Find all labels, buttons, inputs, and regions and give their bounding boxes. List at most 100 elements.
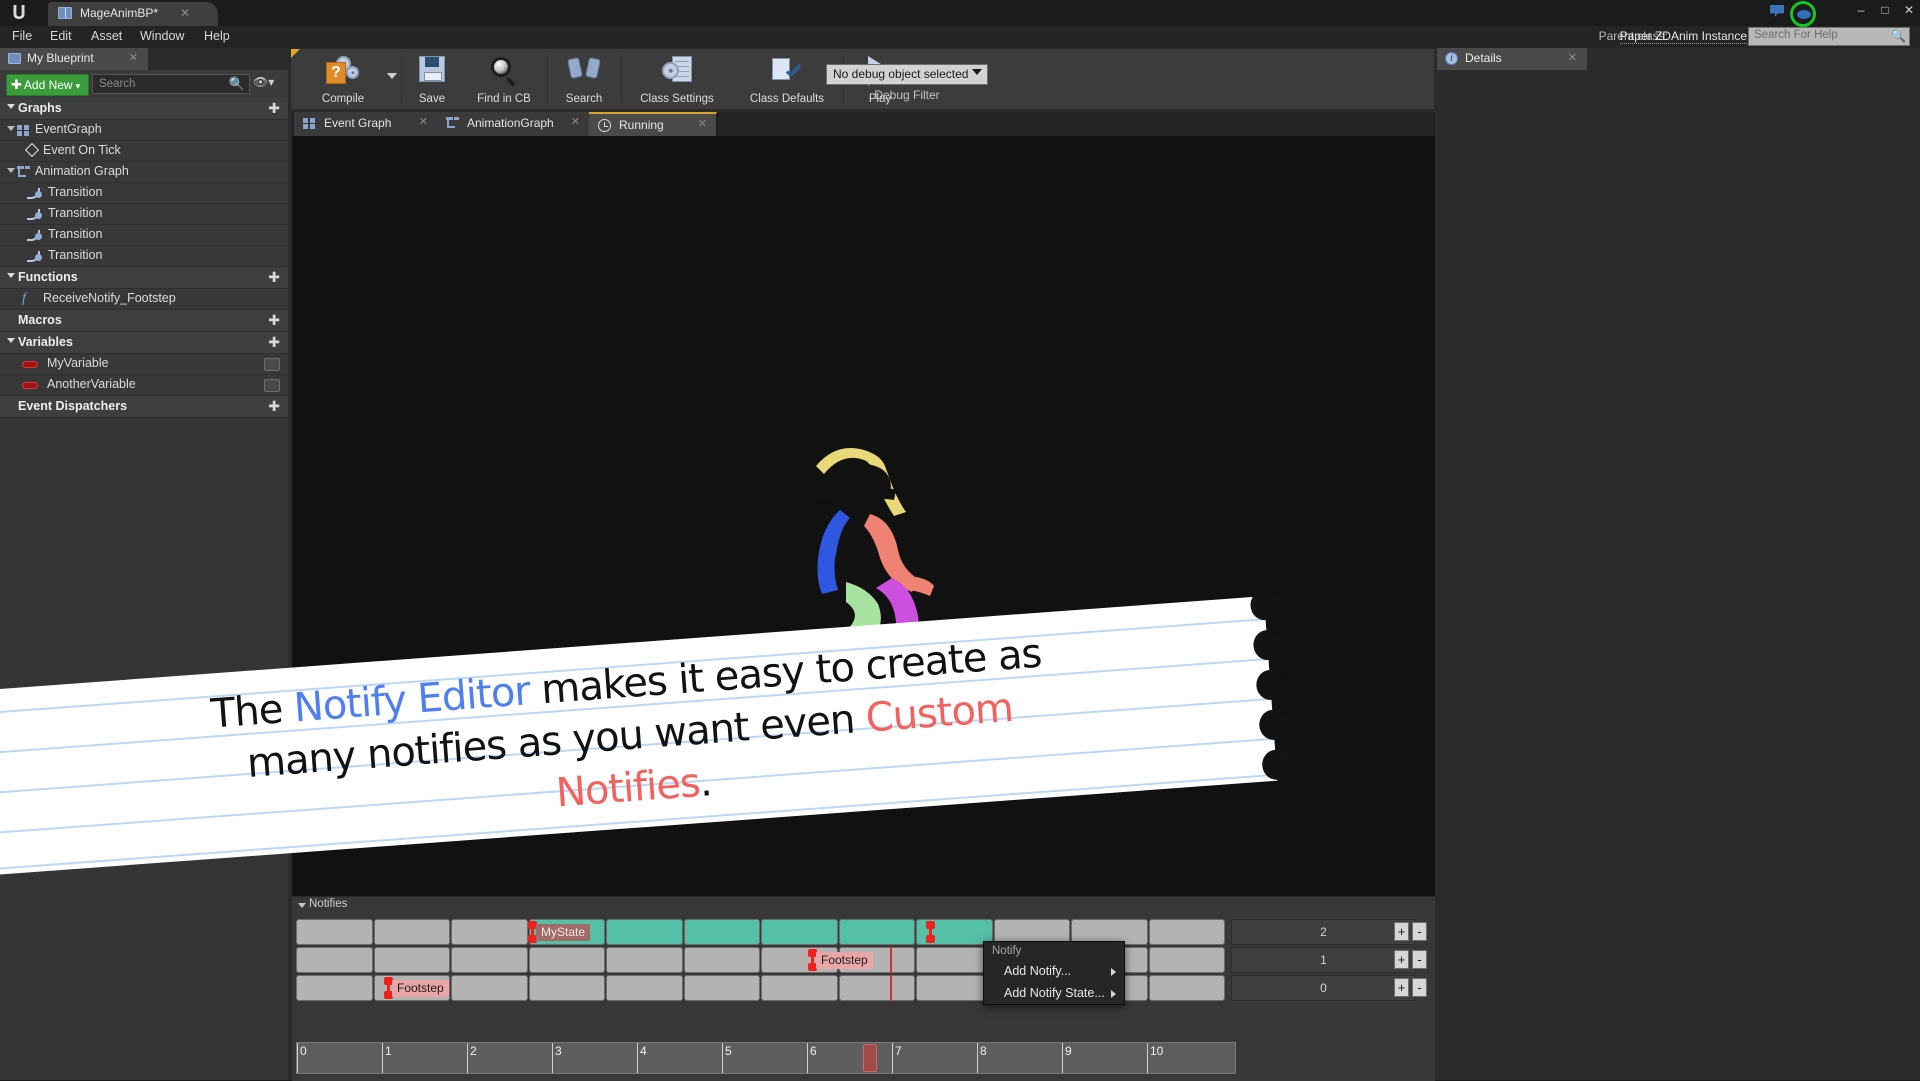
tree-item-animation-graph[interactable]: Animation Graph bbox=[0, 162, 288, 183]
track-cell-active[interactable] bbox=[761, 919, 838, 945]
notify-marker-label[interactable]: Footstep bbox=[392, 980, 449, 997]
notify-track[interactable]: Footstep 0 + - bbox=[296, 975, 1431, 1001]
tree-item-transition[interactable]: Transition bbox=[0, 204, 288, 225]
track-cell[interactable] bbox=[373, 919, 450, 945]
track-cell[interactable] bbox=[606, 975, 683, 1001]
track-cell[interactable] bbox=[683, 947, 760, 973]
track-cell[interactable] bbox=[451, 919, 528, 945]
compile-options-caret-icon[interactable] bbox=[387, 73, 397, 79]
find-in-cb-button[interactable]: Find in CB bbox=[463, 51, 545, 107]
menu-window[interactable]: Window bbox=[136, 29, 188, 43]
variable-visibility-toggle[interactable] bbox=[264, 379, 280, 392]
search-help-input[interactable]: Search For Help 🔍 bbox=[1748, 27, 1910, 46]
track-cell-active[interactable] bbox=[838, 919, 915, 945]
tree-item-transition[interactable]: Transition bbox=[0, 183, 288, 204]
debug-filter-select[interactable]: No debug object selected bbox=[826, 64, 988, 85]
track-cell-active[interactable] bbox=[683, 919, 760, 945]
close-icon[interactable]: ✕ bbox=[1568, 51, 1577, 64]
tree-item-eventgraph[interactable]: EventGraph bbox=[0, 120, 288, 141]
notify-marker-label[interactable]: Footstep bbox=[816, 952, 873, 969]
section-header-variables[interactable]: Variables ✚ bbox=[0, 332, 288, 354]
track-cell[interactable] bbox=[838, 975, 915, 1001]
close-window-button[interactable]: ✕ bbox=[1902, 3, 1916, 17]
add-function-button[interactable]: ✚ bbox=[268, 270, 280, 284]
track-cell[interactable] bbox=[1148, 947, 1225, 973]
parent-class-value[interactable]: Paper ZDAnim Instance bbox=[1619, 29, 1747, 44]
section-header-event-dispatchers[interactable]: Event Dispatchers ✚ bbox=[0, 396, 288, 418]
notify-marker-pin[interactable] bbox=[926, 921, 935, 943]
add-event-dispatcher-button[interactable]: ✚ bbox=[268, 399, 280, 413]
expander-icon[interactable] bbox=[7, 338, 15, 343]
track-cell[interactable] bbox=[1148, 975, 1225, 1001]
tab-animation-graph[interactable]: AnimationGraph ✕ bbox=[437, 112, 590, 136]
close-icon[interactable]: ✕ bbox=[129, 51, 138, 64]
track-cell[interactable] bbox=[296, 919, 373, 945]
track-cell[interactable] bbox=[296, 947, 373, 973]
tab-event-graph[interactable]: Event Graph ✕ bbox=[294, 112, 438, 136]
context-menu-item-add-notify-state[interactable]: Add Notify State... bbox=[984, 982, 1124, 1004]
tab-running[interactable]: Running ✕ bbox=[589, 112, 717, 136]
track-cell-active[interactable] bbox=[606, 919, 683, 945]
notify-marker-label[interactable]: MyState bbox=[536, 924, 591, 941]
tab-details[interactable]: i Details ✕ bbox=[1437, 48, 1587, 70]
track-cell[interactable] bbox=[916, 947, 993, 973]
track-cell[interactable] bbox=[451, 947, 528, 973]
expander-icon[interactable] bbox=[7, 104, 15, 109]
add-track-button[interactable]: + bbox=[1394, 922, 1409, 941]
context-menu-item-add-notify[interactable]: Add Notify... bbox=[984, 960, 1124, 982]
expander-icon[interactable] bbox=[298, 903, 306, 908]
maximize-button[interactable]: □ bbox=[1878, 3, 1892, 17]
visibility-eye-icon[interactable]: 👁▾ bbox=[253, 75, 274, 89]
window-document-tab[interactable]: MageAnimBP* ✕ bbox=[48, 2, 218, 26]
timeline-scrubber[interactable] bbox=[863, 1044, 877, 1072]
add-track-button[interactable]: + bbox=[1394, 978, 1409, 997]
expander-icon[interactable] bbox=[7, 168, 15, 173]
close-icon[interactable]: ✕ bbox=[571, 115, 580, 128]
add-track-button[interactable]: + bbox=[1394, 950, 1409, 969]
minimize-button[interactable]: – bbox=[1854, 3, 1868, 17]
track-cell[interactable] bbox=[528, 975, 605, 1001]
menu-help[interactable]: Help bbox=[200, 29, 234, 43]
notify-track[interactable]: Footstep 1 + - bbox=[296, 947, 1431, 973]
track-cell[interactable] bbox=[683, 975, 760, 1001]
timeline-ruler[interactable]: 0 1 2 3 4 5 6 7 8 9 10 bbox=[296, 1042, 1236, 1074]
variable-visibility-toggle[interactable] bbox=[264, 358, 280, 371]
track-cell[interactable] bbox=[296, 975, 373, 1001]
section-header-macros[interactable]: Macros ✚ bbox=[0, 310, 288, 332]
close-icon[interactable]: ✕ bbox=[419, 115, 428, 128]
expander-icon[interactable] bbox=[7, 126, 15, 131]
menu-file[interactable]: File bbox=[8, 29, 36, 43]
save-button[interactable]: Save bbox=[403, 51, 461, 107]
close-icon[interactable]: ✕ bbox=[180, 6, 190, 20]
add-variable-button[interactable]: ✚ bbox=[268, 335, 280, 349]
class-settings-button[interactable]: Class Settings bbox=[623, 51, 731, 107]
track-cell[interactable] bbox=[916, 975, 993, 1001]
track-cell[interactable] bbox=[451, 975, 528, 1001]
add-graph-button[interactable]: ✚ bbox=[268, 101, 280, 115]
compile-button[interactable]: ? Compile bbox=[297, 51, 389, 107]
expander-icon[interactable] bbox=[7, 273, 15, 278]
notifies-panel-header[interactable]: Notifies bbox=[292, 897, 1435, 915]
section-header-functions[interactable]: Functions ✚ bbox=[0, 267, 288, 289]
notify-track[interactable]: MyState 2 + - bbox=[296, 919, 1431, 945]
tree-item-transition[interactable]: Transition bbox=[0, 225, 288, 246]
add-new-button[interactable]: ✚ Add New ▾ bbox=[6, 74, 90, 96]
tree-item-transition[interactable]: Transition bbox=[0, 246, 288, 267]
track-cell[interactable] bbox=[606, 947, 683, 973]
track-cell[interactable] bbox=[528, 947, 605, 973]
remove-track-button[interactable]: - bbox=[1412, 950, 1427, 969]
remove-track-button[interactable]: - bbox=[1412, 978, 1427, 997]
tree-item-receivenotify-footstep[interactable]: f ReceiveNotify_Footstep bbox=[0, 289, 288, 310]
track-cell[interactable] bbox=[1148, 919, 1225, 945]
add-macro-button[interactable]: ✚ bbox=[268, 313, 280, 327]
track-cell[interactable] bbox=[373, 947, 450, 973]
section-header-graphs[interactable]: Graphs ✚ bbox=[0, 98, 288, 120]
tab-my-blueprint[interactable]: My Blueprint ✕ bbox=[0, 48, 148, 70]
remove-track-button[interactable]: - bbox=[1412, 922, 1427, 941]
class-defaults-button[interactable]: Class Defaults bbox=[733, 51, 841, 107]
menu-asset[interactable]: Asset bbox=[87, 29, 126, 43]
search-button[interactable]: Search bbox=[549, 51, 619, 107]
tree-item-event-on-tick[interactable]: Event On Tick bbox=[0, 141, 288, 162]
menu-edit[interactable]: Edit bbox=[46, 29, 76, 43]
my-blueprint-search-input[interactable]: Search 🔍 bbox=[92, 74, 250, 94]
